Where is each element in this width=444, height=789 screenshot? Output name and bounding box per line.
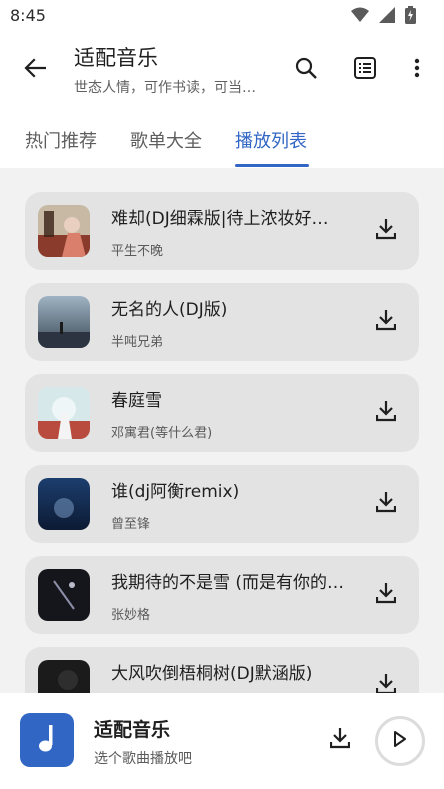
song-item[interactable]: 大风吹倒梧桐树(DJ默涵版) [25, 647, 419, 693]
player-cover [20, 713, 74, 767]
app-bar: 适配音乐 世态人情，可作书读，可当… [0, 32, 444, 108]
download-button[interactable] [371, 216, 401, 246]
song-artist: 半吨兄弟 [111, 335, 164, 350]
player-download-button[interactable] [325, 725, 355, 755]
status-bar: 8:45 [0, 0, 444, 32]
download-icon [375, 400, 397, 426]
song-title: 我期待的不是雪 (而是有你的… [111, 573, 345, 593]
song-cover [38, 569, 90, 621]
playlist-view-button[interactable] [348, 53, 382, 87]
tab-playlists[interactable]: 歌单大全 [130, 127, 202, 153]
song-item[interactable]: 春庭雪 邓寓君(等什么君) [25, 374, 419, 452]
song-artist: 曾至锋 [111, 517, 151, 532]
mini-player[interactable]: 适配音乐 选个歌曲播放吧 [0, 693, 444, 789]
song-artist: 平生不晚 [111, 244, 164, 259]
signal-icon [379, 7, 395, 27]
download-button[interactable] [371, 671, 401, 693]
player-title: 适配音乐 [94, 719, 171, 741]
download-button[interactable] [371, 489, 401, 519]
song-title: 谁(dj阿衡remix) [111, 482, 240, 502]
song-title: 春庭雪 [111, 391, 162, 411]
tab-hot-recommend[interactable]: 热门推荐 [25, 127, 97, 153]
song-cover [38, 296, 90, 348]
download-icon [375, 673, 397, 693]
page-title: 适配音乐 [74, 46, 158, 70]
play-icon [393, 731, 407, 751]
download-icon [375, 491, 397, 517]
song-title: 难却(DJ细霖版|待上浓妆好… [111, 209, 329, 229]
list-icon [354, 57, 376, 83]
download-icon [329, 727, 351, 753]
tab-bar: 热门推荐 歌单大全 播放列表 [0, 108, 444, 168]
tab-indicator [235, 164, 309, 167]
song-title: 无名的人(DJ版) [111, 300, 228, 320]
song-artist: 邓寓君(等什么君) [111, 426, 213, 441]
song-item[interactable]: 难却(DJ细霖版|待上浓妆好… 平生不晚 [25, 192, 419, 270]
song-cover [38, 387, 90, 439]
page-subtitle: 世态人情，可作书读，可当… [74, 80, 256, 96]
status-icons [351, 6, 416, 28]
player-subtitle: 选个歌曲播放吧 [94, 751, 192, 767]
download-button[interactable] [371, 398, 401, 428]
search-button[interactable] [289, 53, 323, 87]
song-item[interactable]: 谁(dj阿衡remix) 曾至锋 [25, 465, 419, 543]
music-note-icon [36, 723, 58, 757]
song-item[interactable]: 无名的人(DJ版) 半吨兄弟 [25, 283, 419, 361]
back-button[interactable] [18, 53, 52, 87]
status-time: 8:45 [10, 6, 46, 25]
more-options-button[interactable] [400, 53, 434, 87]
wifi-icon [351, 7, 369, 27]
more-vert-icon [414, 58, 420, 82]
download-button[interactable] [371, 580, 401, 610]
download-icon [375, 582, 397, 608]
download-button[interactable] [371, 307, 401, 337]
download-icon [375, 218, 397, 244]
back-arrow-icon [24, 57, 47, 83]
search-icon [295, 57, 317, 83]
play-button[interactable] [375, 716, 425, 766]
battery-charging-icon [405, 6, 416, 28]
song-artist: 张妙格 [111, 608, 151, 623]
song-list[interactable]: 难却(DJ细霖版|待上浓妆好… 平生不晚 无名的人(DJ版) 半吨兄弟 春庭雪 … [0, 168, 444, 693]
tab-play-queue[interactable]: 播放列表 [235, 127, 307, 153]
song-title: 大风吹倒梧桐树(DJ默涵版) [111, 664, 313, 684]
download-icon [375, 309, 397, 335]
song-cover [38, 205, 90, 257]
song-cover [38, 660, 90, 693]
song-cover [38, 478, 90, 530]
song-item[interactable]: 我期待的不是雪 (而是有你的… 张妙格 [25, 556, 419, 634]
